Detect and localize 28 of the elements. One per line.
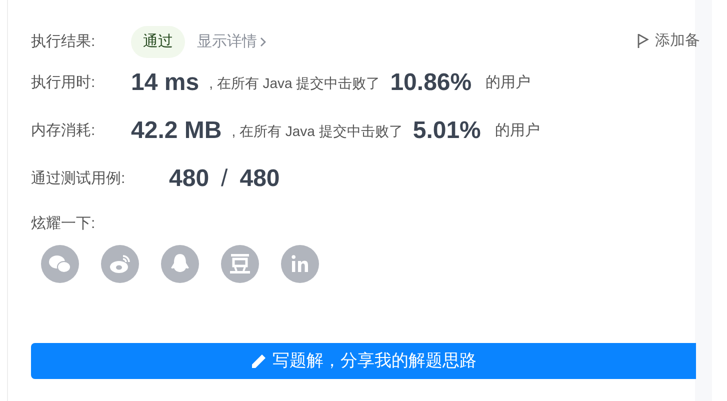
add-note-button[interactable]: 添加备 <box>637 30 700 52</box>
stat-value: 14 ms <box>131 68 200 98</box>
share-label: 炫耀一下: <box>31 214 96 234</box>
chevron-icon <box>260 37 266 47</box>
stat-text: , 在所有 Java 提交中击败了 <box>232 122 403 140</box>
passed-count: 480 <box>169 164 210 194</box>
wechat-icon[interactable] <box>41 244 79 282</box>
stat-label: 执行用时: <box>31 72 96 93</box>
stat-suffix: 的用户 <box>494 120 540 141</box>
bean-icon[interactable] <box>221 244 259 282</box>
stat-percent: 10.86% <box>390 68 472 98</box>
linkedin-icon[interactable] <box>281 244 319 282</box>
stat-suffix: 的用户 <box>486 72 531 93</box>
stat-value: 42.2 MB <box>131 116 222 146</box>
result-label: 执行结果: <box>31 32 96 52</box>
penguin-icon[interactable] <box>161 244 199 282</box>
flag-icon <box>637 33 649 50</box>
stat-percent: 5.01% <box>412 116 481 146</box>
total-count: 480 <box>240 164 280 194</box>
weibo-icon[interactable] <box>101 244 139 282</box>
status-badge: 通过 <box>131 26 185 58</box>
details-link[interactable]: 显示详情 <box>197 30 266 54</box>
stat-text: , 在所有 Java 提交中击败了 <box>209 74 380 92</box>
pencil-icon <box>250 353 266 369</box>
write-solution-button[interactable]: 写题解，分享我的解题思路 <box>31 343 696 379</box>
count-separator: / <box>221 164 228 194</box>
tests-label: 通过测试用例: <box>31 168 126 189</box>
stat-label: 内存消耗: <box>31 120 96 141</box>
